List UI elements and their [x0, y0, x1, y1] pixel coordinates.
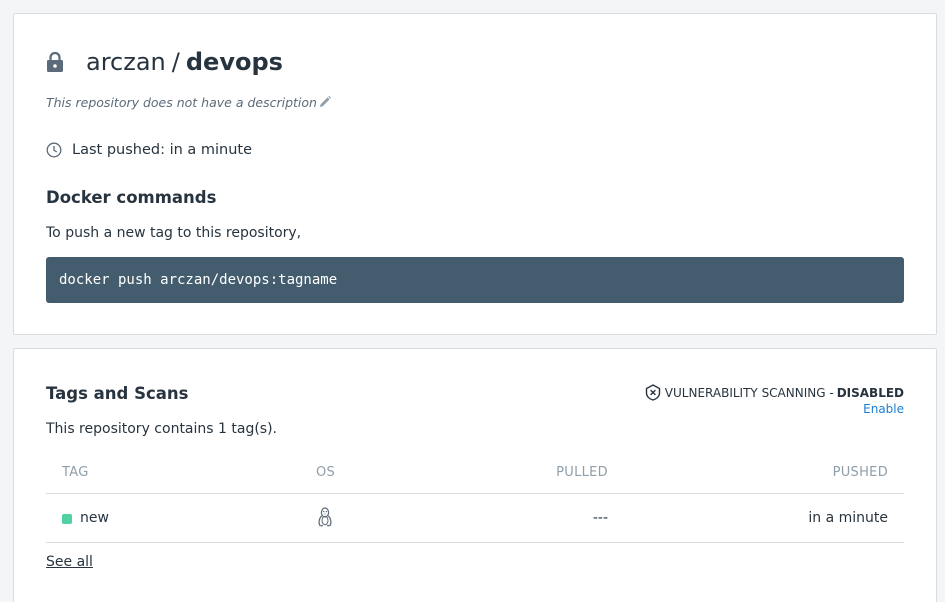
linux-icon — [316, 507, 334, 528]
tag-name[interactable]: new — [80, 510, 109, 526]
last-pushed-text: Last pushed: in a minute — [72, 142, 253, 158]
repo-title: arczan / devops — [46, 48, 283, 76]
clock-icon — [46, 142, 62, 158]
tag-pulled: --- — [592, 510, 608, 526]
tag-status-dot — [62, 514, 72, 524]
column-header-tag: TAG — [62, 465, 89, 480]
vuln-status: DISABLED — [836, 385, 904, 400]
last-pushed: Last pushed: in a minute — [46, 142, 252, 158]
vulnerability-scanning-status: VULNERABILITY SCANNING - DISABLED — [645, 384, 904, 401]
repo-namespace: arczan — [86, 48, 166, 76]
tags-and-scans-card: Tags and Scans VULNERABILITY SCANNING - … — [13, 348, 937, 602]
column-header-os: OS — [316, 465, 336, 480]
tags-table-header: TAG OS PULLED PUSHED — [46, 454, 904, 494]
repo-separator: / — [171, 48, 180, 76]
see-all-link[interactable]: See all — [46, 554, 93, 570]
tag-count: This repository contains 1 tag(s). — [46, 421, 277, 437]
push-instructions: To push a new tag to this repository, — [46, 225, 302, 241]
docker-commands-heading: Docker commands — [46, 188, 217, 207]
table-row[interactable]: new --- in a minute — [46, 494, 904, 543]
repo-name: devops — [185, 48, 283, 76]
tag-pushed: in a minute — [808, 510, 888, 526]
enable-scanning-link[interactable]: Enable — [863, 402, 904, 416]
column-header-pulled: PULLED — [556, 465, 608, 480]
repository-info-card: arczan / devops This repository does not… — [13, 13, 937, 335]
repo-description: This repository does not have a descript… — [46, 95, 317, 110]
shield-x-icon — [645, 384, 661, 401]
pencil-icon[interactable] — [318, 94, 332, 108]
lock-icon — [46, 51, 64, 73]
vuln-label: VULNERABILITY SCANNING - — [664, 385, 834, 400]
tags-heading: Tags and Scans — [46, 384, 189, 403]
column-header-pushed: PUSHED — [832, 465, 888, 480]
docker-push-command[interactable]: docker push arczan/devops:tagname — [46, 257, 904, 303]
